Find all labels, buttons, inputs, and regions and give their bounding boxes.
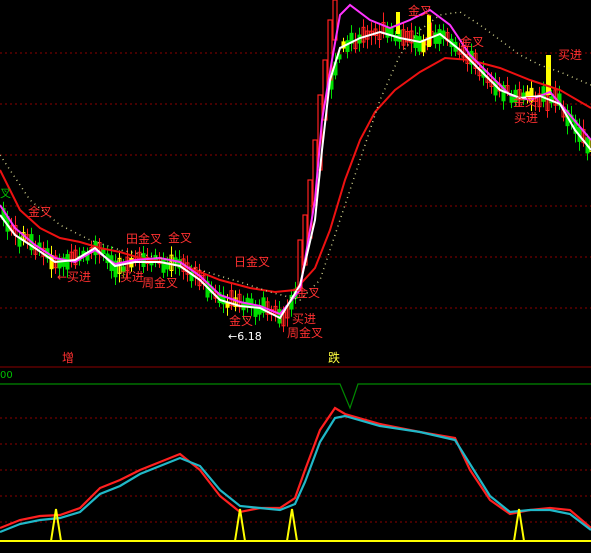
signal-label: ←买进 (57, 270, 91, 284)
candle-body (546, 55, 551, 95)
signal-label: 金叉 (229, 313, 253, 328)
indicator-spike (286, 508, 298, 542)
candle-body (396, 12, 400, 34)
signal-label: 买进 (514, 111, 538, 125)
candle-body (427, 15, 431, 47)
candle-body (225, 302, 230, 308)
indicator-cyan-line (0, 414, 591, 534)
bottom-label-left: 增 (62, 351, 74, 365)
candle-body (345, 40, 350, 53)
ma-magenta-line (0, 3, 591, 316)
indicator-panel (0, 383, 591, 542)
signal-label: 金叉 (408, 3, 432, 18)
signal-label: ←6.18 (228, 330, 262, 343)
signal-label: 买进 (120, 270, 144, 284)
candle-body (385, 27, 390, 38)
signal-label: 田金叉 (126, 231, 162, 246)
signal-label: 金叉 (168, 230, 192, 245)
candle-body (161, 259, 166, 273)
signal-label: 叉 (0, 187, 11, 200)
indicator-value: 00 (0, 370, 13, 381)
stock-chart: 金叉田金叉 金叉日金叉←买进 买进周金叉金叉金叉 买进周金叉买进买进金叉金叉金叉←6.… (0, 0, 591, 542)
candle-body (417, 36, 422, 52)
bottom-label-right: 跌 (328, 350, 340, 365)
signal-label: 金叉 (513, 94, 537, 109)
candle-body (249, 298, 254, 308)
indicator-green-line (0, 383, 591, 410)
indicator-spike (50, 508, 62, 542)
signal-label: 金叉 (460, 34, 484, 49)
signal-label: 金叉 (296, 285, 320, 300)
candle-body (437, 29, 442, 44)
signal-label: 买进 (558, 48, 582, 62)
indicator-spike (234, 508, 246, 542)
signal-label: 周金叉 (142, 275, 178, 290)
signal-label: 金叉 (28, 204, 52, 219)
signal-label: 周金叉 (287, 325, 323, 340)
signal-label: 日金叉 (234, 254, 270, 269)
candle-body (389, 27, 394, 35)
signal-label: 买进 (292, 312, 316, 326)
indicator-red-line (0, 406, 591, 530)
